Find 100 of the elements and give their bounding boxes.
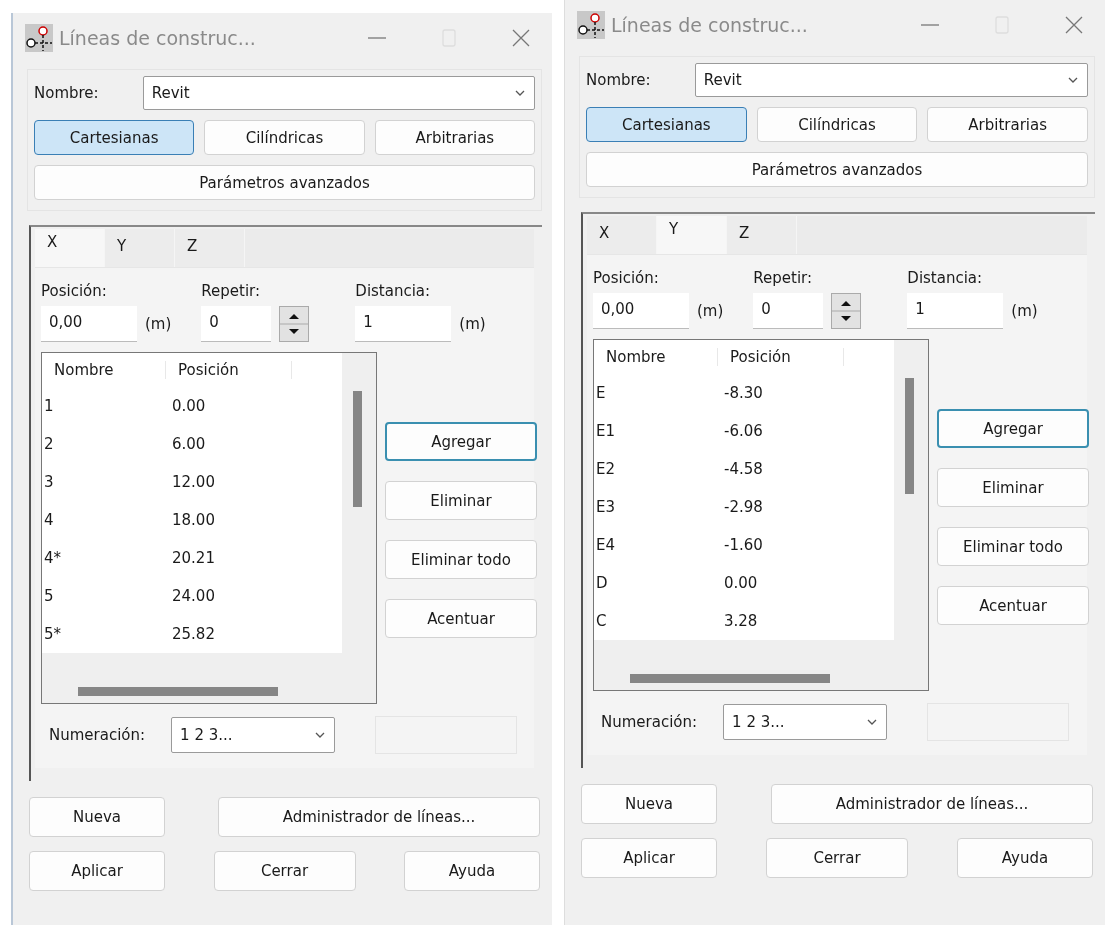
table-cell: 0.00 <box>172 397 206 415</box>
field-label: Numeración: <box>49 726 146 744</box>
footer-button[interactable]: Ayuda <box>957 838 1093 878</box>
footer-button[interactable]: Administrador de líneas... <box>771 784 1093 824</box>
scrollbar-thumb[interactable] <box>78 687 278 696</box>
name-dropdown[interactable]: Revit <box>694 63 1088 97</box>
footer-button[interactable]: Ayuda <box>404 851 540 891</box>
table-cell-text: 4* <box>43 549 63 567</box>
footer-button[interactable]: Cerrar <box>213 851 356 891</box>
field-label: Repetir: <box>201 282 262 300</box>
mode-button[interactable]: Arbitrarias <box>374 120 535 155</box>
action-button[interactable]: Eliminar todo <box>937 527 1089 566</box>
table-cell-text: 2 <box>43 435 55 453</box>
axis-tab[interactable]: Y <box>657 216 727 254</box>
field-label: Nombre: <box>34 84 99 102</box>
table-cell-text: D <box>595 574 609 592</box>
footer-button[interactable]: Aplicar <box>581 838 717 878</box>
column-header[interactable]: Nombre <box>42 361 166 379</box>
field-label: Nombre: <box>586 71 651 89</box>
app-icon <box>25 24 53 52</box>
axis-tab[interactable]: X <box>35 229 105 267</box>
field-label: Distancia: <box>907 269 984 287</box>
table-cell: -6.06 <box>724 422 763 440</box>
table-cell-text: 1 <box>43 397 55 415</box>
repeat-field[interactable]: 0 <box>753 293 824 329</box>
unit-label: (m) <box>1011 302 1038 320</box>
mode-button[interactable]: Cilíndricas <box>756 107 918 142</box>
close-icon[interactable] <box>510 27 532 49</box>
app-icon <box>577 11 605 39</box>
scrollbar-thumb[interactable] <box>905 378 914 494</box>
distance-field[interactable]: 1 <box>355 306 452 342</box>
footer-button[interactable]: Aplicar <box>29 851 165 891</box>
table-cell: -4.58 <box>724 460 763 478</box>
column-header[interactable]: Nombre <box>594 348 718 366</box>
advanced-button[interactable]: Parámetros avanzados <box>34 165 535 200</box>
table-cell-text: E2 <box>595 460 617 478</box>
table-cell: 0.00 <box>724 574 758 592</box>
chevron-down-icon <box>1067 75 1079 85</box>
action-button[interactable]: Eliminar <box>385 481 537 520</box>
action-button[interactable]: Agregar <box>937 409 1089 448</box>
table-cell-text: C <box>595 612 608 630</box>
table-cell: 20.21 <box>172 549 215 567</box>
table-cell-text: 3 <box>43 473 55 491</box>
scrollbar-thumb[interactable] <box>353 391 362 507</box>
table-cell: 18.00 <box>172 511 215 529</box>
table-cell-text: E3 <box>595 498 617 516</box>
spinner-icon[interactable] <box>279 306 310 342</box>
footer-button[interactable]: Nueva <box>581 784 717 824</box>
table-cell: -1.60 <box>724 536 763 554</box>
position-field[interactable]: 0,00 <box>41 306 137 342</box>
table-cell: -2.98 <box>724 498 763 516</box>
mode-button[interactable]: Cilíndricas <box>204 120 365 155</box>
action-button[interactable]: Eliminar todo <box>385 540 537 579</box>
footer-button[interactable]: Administrador de líneas... <box>218 797 540 837</box>
window-title: Líneas de construc... <box>611 14 808 36</box>
unit-label: (m) <box>459 315 486 333</box>
mode-button[interactable]: Arbitrarias <box>927 107 1088 142</box>
close-icon[interactable] <box>1063 14 1085 36</box>
field-label: Numeración: <box>601 713 698 731</box>
mode-button[interactable]: Cartesianas <box>34 120 195 155</box>
spinner-icon[interactable] <box>831 293 862 329</box>
table-cell-text: 4 <box>43 511 55 529</box>
numbering-dropdown[interactable]: 1 2 3... <box>171 717 336 753</box>
scrollbar-thumb[interactable] <box>630 674 830 683</box>
table-cell-text: E <box>595 384 607 402</box>
position-field[interactable]: 0,00 <box>593 293 689 329</box>
column-header[interactable]: Posición <box>166 361 292 379</box>
table-cell: 24.00 <box>172 587 215 605</box>
repeat-field[interactable]: 0 <box>201 306 272 342</box>
chevron-down-icon <box>514 88 526 98</box>
advanced-button[interactable]: Parámetros avanzados <box>586 152 1088 187</box>
distance-field[interactable]: 1 <box>907 293 1004 329</box>
mode-button[interactable]: Cartesianas <box>586 107 747 142</box>
footer-button[interactable]: Cerrar <box>766 838 908 878</box>
action-button[interactable]: Acentuar <box>937 586 1089 625</box>
numbering-dropdown[interactable]: 1 2 3... <box>723 704 888 740</box>
table-cell: 25.82 <box>172 625 215 643</box>
table-cell: 3.28 <box>724 612 758 630</box>
table-cell: 12.00 <box>172 473 215 491</box>
table-cell-text: E1 <box>595 422 617 440</box>
name-dropdown[interactable]: Revit <box>142 76 535 110</box>
column-header[interactable]: Posición <box>718 348 844 366</box>
table-cell-text: E4 <box>595 536 617 554</box>
table-cell-text: 5* <box>43 625 63 643</box>
footer-button[interactable]: Nueva <box>29 797 165 837</box>
action-button[interactable]: Acentuar <box>385 599 537 638</box>
action-button[interactable]: Agregar <box>385 422 537 461</box>
table-cell: -8.30 <box>724 384 763 402</box>
field-label: Distancia: <box>355 282 432 300</box>
unit-label: (m) <box>697 302 724 320</box>
table-cell: 6.00 <box>172 435 206 453</box>
window-title: Líneas de construc... <box>59 27 256 49</box>
field-label: Repetir: <box>753 269 814 287</box>
field-label: Posición: <box>41 282 108 300</box>
chevron-down-icon <box>866 717 879 727</box>
action-button[interactable]: Eliminar <box>937 468 1089 507</box>
table-cell-text: 5 <box>43 587 55 605</box>
field-label: Posición: <box>593 269 660 287</box>
chevron-down-icon <box>314 730 327 740</box>
unit-label: (m) <box>145 315 172 333</box>
